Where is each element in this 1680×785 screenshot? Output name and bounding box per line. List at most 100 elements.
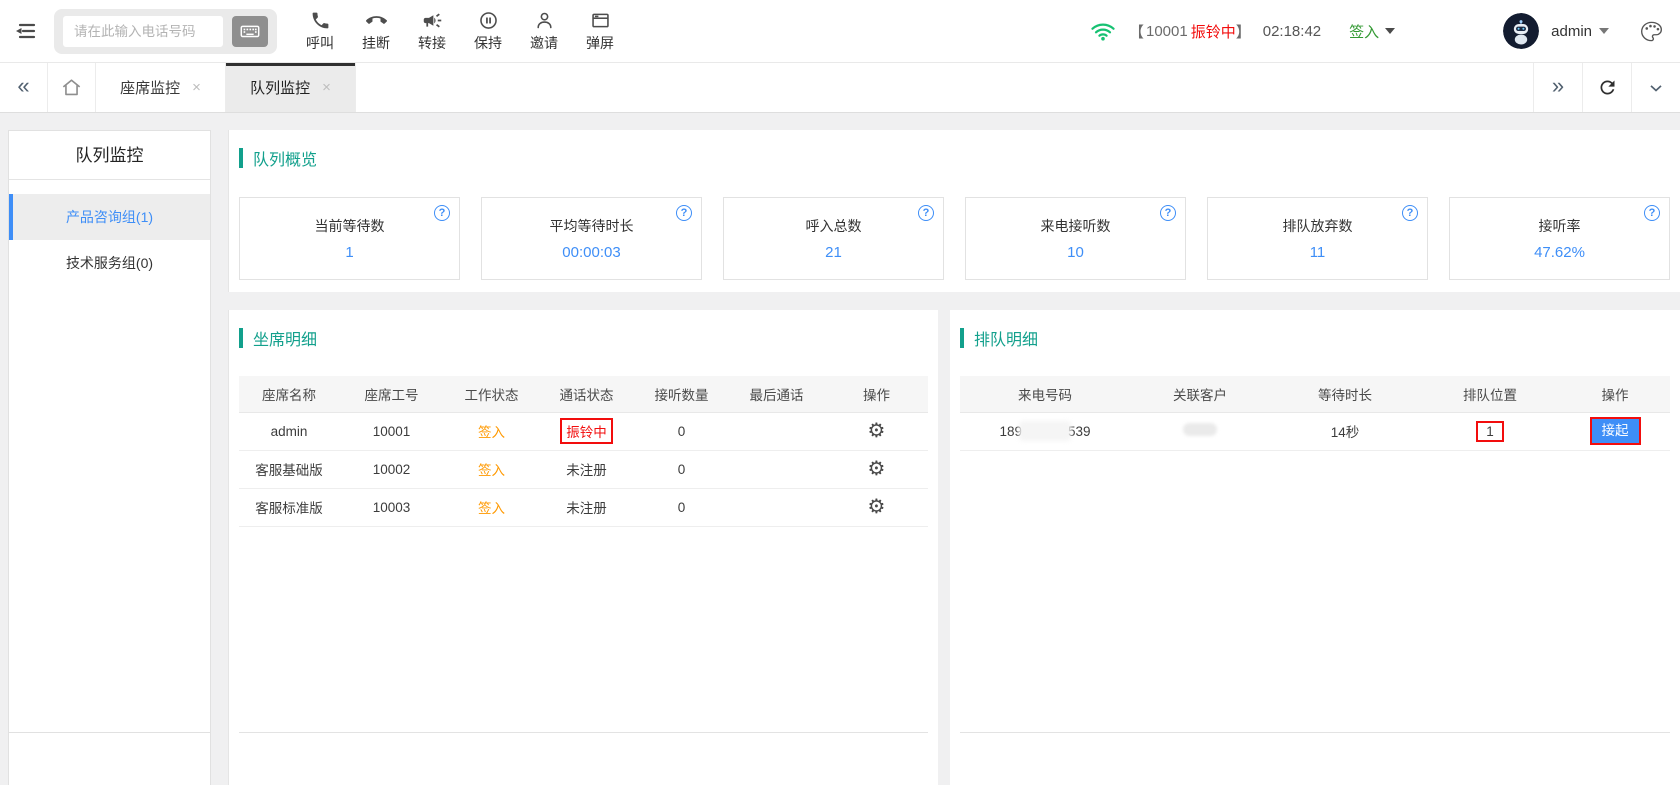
theme-palette-icon[interactable] — [1639, 20, 1664, 43]
username: admin — [1551, 22, 1592, 40]
section-header: 排队明细 — [950, 310, 1680, 350]
highlight-box: 接起 — [1589, 416, 1641, 446]
kpi-label: 排队放弃数 — [1282, 218, 1353, 234]
chevron-down-icon — [1650, 84, 1662, 92]
help-icon[interactable]: ? — [1402, 205, 1418, 221]
section-title: 坐席明细 — [253, 332, 318, 349]
collapse-panel-icon[interactable] — [10, 16, 40, 46]
sidebar-item-tech-group[interactable]: 技术服务组(0) — [9, 240, 210, 286]
double-chevron-right-icon: » — [1551, 72, 1565, 98]
kpi-value: 47.62% — [1534, 244, 1585, 261]
refresh-tab-button[interactable] — [1582, 63, 1631, 112]
work-state-link[interactable]: 签入 — [478, 463, 505, 478]
col-linked-customer: 关联客户 — [1130, 376, 1270, 413]
kpi-card-answered: ? 来电接听数 10 — [965, 197, 1186, 280]
highlight-box: 1 — [1476, 420, 1504, 442]
answered-count: 0 — [634, 488, 729, 527]
col-call-state: 通话状态 — [539, 376, 634, 413]
phone-number-input[interactable] — [63, 15, 223, 47]
col-actions: 操作 — [1560, 376, 1670, 413]
popup-screen-button-label: 弹屏 — [586, 34, 614, 51]
col-last-call: 最后通话 — [729, 376, 824, 413]
section-accent-bar — [239, 328, 243, 348]
avatar[interactable] — [1503, 13, 1540, 49]
col-caller-number: 来电号码 — [960, 376, 1130, 413]
call-duration-timer: 02:18:42 — [1262, 22, 1322, 40]
kpi-card-avg-wait-time: ? 平均等待时长 00:00:03 — [481, 197, 702, 280]
redaction-blur — [1019, 421, 1071, 441]
answer-call-button[interactable]: 接起 — [1591, 418, 1639, 444]
tab-list-dropdown-button[interactable] — [1631, 63, 1680, 112]
section-header: 坐席明细 — [229, 310, 938, 350]
call-actions: 呼叫 挂断 转接 保持 邀请 弹屏 — [297, 10, 623, 53]
tab-agent-monitor[interactable]: 座席监控 × — [96, 63, 226, 112]
section-title: 排队明细 — [974, 332, 1039, 349]
hangup-button-label: 挂断 — [362, 34, 390, 51]
call-button-label: 呼叫 — [306, 34, 334, 51]
gear-icon[interactable]: ⚙ — [868, 496, 886, 518]
tab-queue-monitor[interactable]: 队列监控 × — [226, 63, 356, 112]
help-icon[interactable]: ? — [1644, 205, 1660, 221]
agent-detail-panel: 坐席明细 座席名称 座席工号 工作状态 通话状态 接听数量 最后通话 操作 ad… — [228, 310, 938, 785]
scroll-tabs-left-button[interactable]: « — [0, 63, 48, 112]
kpi-value: 21 — [825, 244, 842, 261]
work-state-link[interactable]: 签入 — [478, 425, 505, 440]
transfer-button[interactable]: 转接 — [409, 10, 455, 53]
invite-person-icon — [536, 12, 552, 28]
help-icon[interactable]: ? — [1160, 205, 1176, 221]
table-header-row: 来电号码 关联客户 等待时长 排队位置 操作 — [960, 376, 1670, 413]
col-actions: 操作 — [824, 376, 928, 413]
help-icon[interactable]: ? — [918, 205, 934, 221]
caller-number: 189 539 — [999, 421, 1091, 441]
caller-number-suffix: 539 — [1068, 423, 1091, 439]
checkin-dropdown[interactable]: 签入 — [1349, 21, 1396, 42]
kpi-card-abandoned: ? 排队放弃数 11 — [1207, 197, 1428, 280]
kpi-label: 当前等待数 — [314, 218, 385, 234]
user-menu[interactable]: admin — [1551, 23, 1609, 40]
help-icon[interactable]: ? — [434, 205, 450, 221]
agent-id: 10003 — [339, 488, 444, 527]
popup-screen-button[interactable]: 弹屏 — [577, 10, 623, 53]
status-bracket-open: 【 — [1128, 23, 1144, 41]
call-state: 未注册 — [539, 450, 634, 489]
tabbar-controls: » — [1533, 63, 1680, 112]
section-accent-bar — [239, 148, 243, 168]
wait-time: 14秒 — [1270, 412, 1420, 451]
topbar-status-area: 【 10001 振铃中 】 02:18:42 签入 admin — [1091, 13, 1680, 49]
sidebar-item-product-group[interactable]: 产品咨询组(1) — [9, 194, 210, 240]
scroll-tabs-right-button[interactable]: » — [1533, 63, 1582, 112]
close-icon[interactable]: × — [322, 79, 331, 96]
table-row: 客服标准版 10003 签入 未注册 0 ⚙ — [239, 488, 928, 527]
call-button[interactable]: 呼叫 — [297, 10, 343, 53]
dialpad-keyboard-button[interactable] — [232, 15, 268, 47]
sidebar-item-label: 技术服务组(0) — [65, 255, 154, 271]
hold-button[interactable]: 保持 — [465, 10, 511, 53]
agent-extension-number: 10001 — [1145, 22, 1188, 40]
kpi-label: 来电接听数 — [1040, 218, 1111, 234]
home-tab-button[interactable] — [48, 63, 96, 112]
last-call — [729, 450, 824, 489]
gear-icon[interactable]: ⚙ — [868, 420, 886, 442]
close-icon[interactable]: × — [192, 79, 201, 96]
kpi-value: 11 — [1309, 244, 1326, 261]
sidebar-item-label: 产品咨询组(1) — [65, 209, 154, 225]
help-icon[interactable]: ? — [676, 205, 692, 221]
table-row: 189 539 14秒 1 接起 — [960, 412, 1670, 451]
queue-position: 1 — [1486, 423, 1494, 439]
call-state: 未注册 — [539, 488, 634, 527]
work-state-link[interactable]: 签入 — [478, 501, 505, 516]
invite-button[interactable]: 邀请 — [521, 10, 567, 53]
gear-icon[interactable]: ⚙ — [868, 458, 886, 480]
agent-call-state: 振铃中 — [1190, 23, 1236, 41]
hangup-button[interactable]: 挂断 — [353, 10, 399, 53]
kpi-label: 接听率 — [1538, 218, 1581, 234]
answered-count: 0 — [634, 412, 729, 451]
double-chevron-left-icon: « — [17, 72, 30, 98]
refresh-icon — [1600, 80, 1614, 95]
queue-group-list: 产品咨询组(1) 技术服务组(0) — [9, 180, 210, 286]
queue-overview-panel: 队列概览 ? 当前等待数 1 ? 平均等待时长 00:00:03 ? 呼入总数 … — [228, 130, 1680, 292]
agent-name: 客服基础版 — [239, 450, 339, 489]
kpi-value: 00:00:03 — [562, 244, 621, 261]
page-content: 队列监控 产品咨询组(1) 技术服务组(0) 队列概览 ? 当前等待数 1 ? … — [0, 113, 1680, 785]
kpi-card-answer-rate: ? 接听率 47.62% — [1449, 197, 1670, 280]
